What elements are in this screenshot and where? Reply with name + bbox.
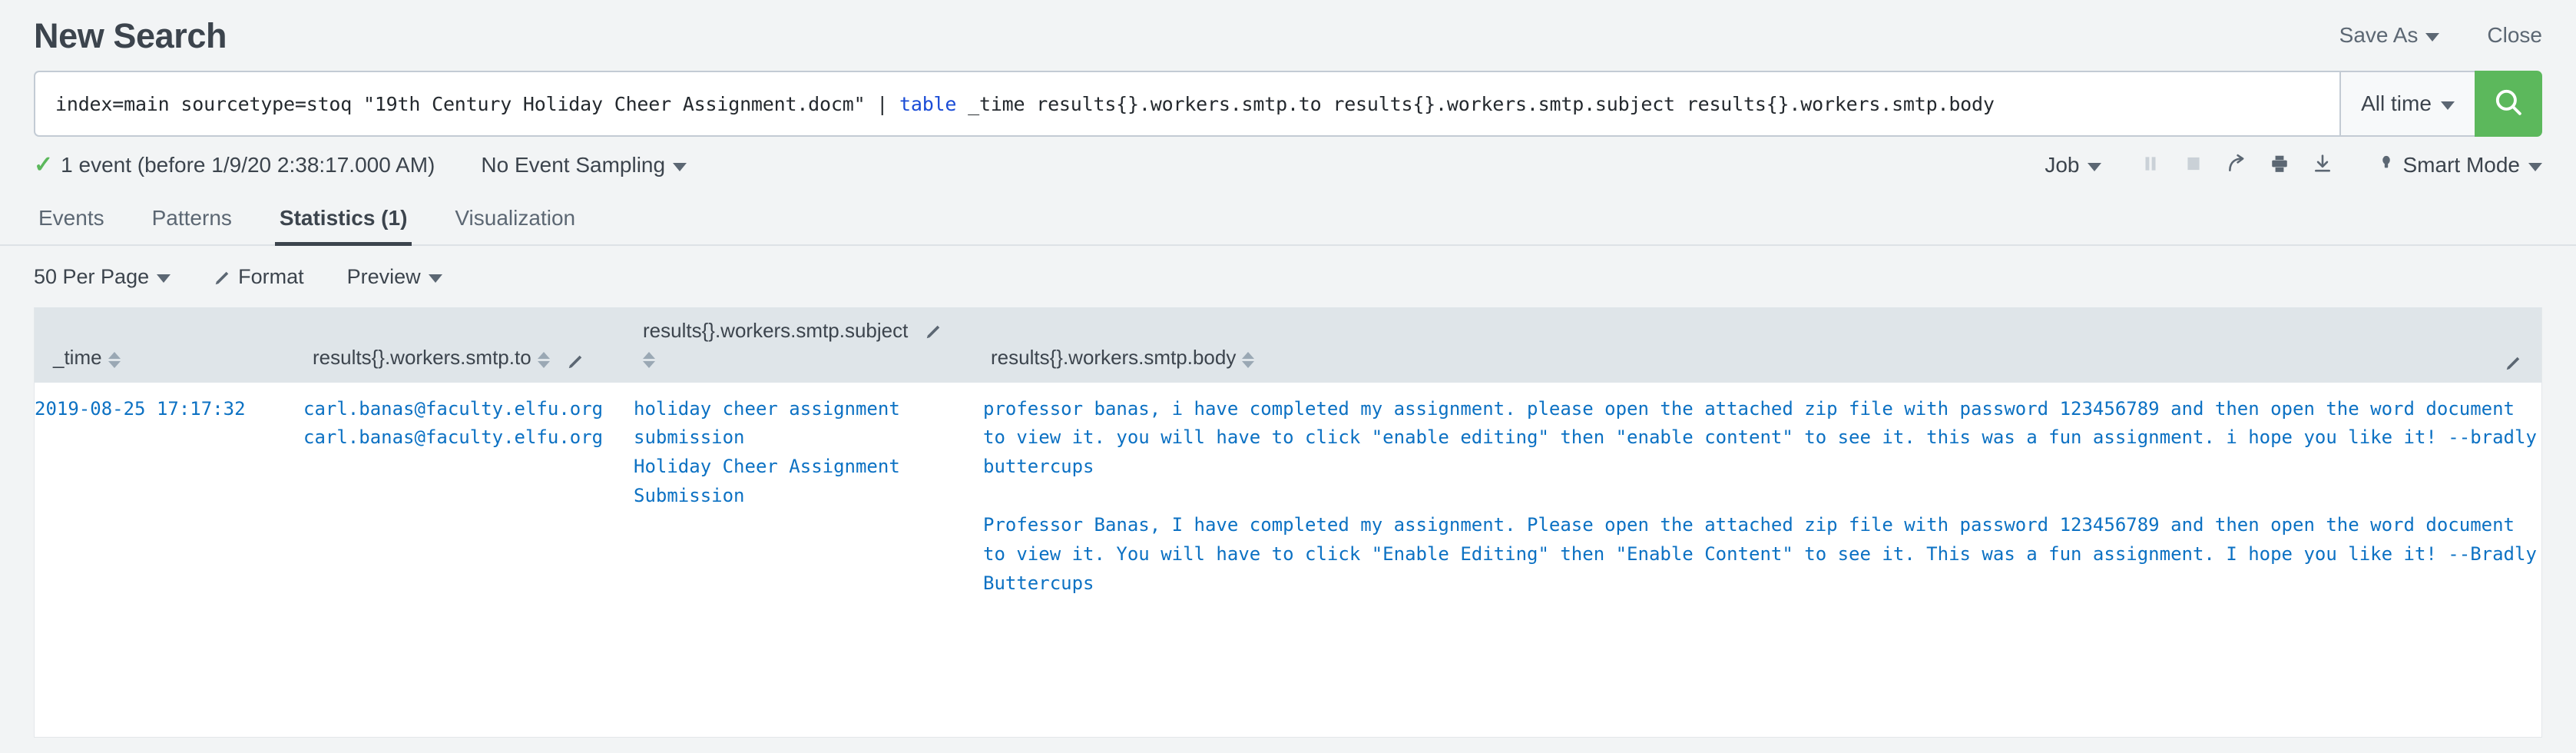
search-query-text: index=main sourcetype=stoq "19th Century…	[55, 93, 1995, 115]
format-button[interactable]: Format	[214, 265, 304, 289]
format-label: Format	[238, 264, 304, 288]
cell-body: professor banas, i have completed my ass…	[983, 383, 2541, 599]
cell-to-line: carl.banas@faculty.elfu.org	[303, 426, 604, 449]
column-header-body[interactable]: results{}.workers.smtp.body	[983, 307, 2541, 383]
edit-column-pencil-icon[interactable]	[2505, 353, 2521, 370]
search-mode-label: Smart Mode	[2402, 153, 2521, 177]
results-tabs: Events Patterns Statistics (1) Visualiza…	[0, 194, 2576, 246]
save-as-button[interactable]: Save As	[2339, 23, 2440, 48]
table-row: 2019-08-25 17:17:32 carl.banas@faculty.e…	[35, 383, 2541, 599]
cell-subject: holiday cheer assignment submission Holi…	[634, 383, 983, 599]
cell-to-line: carl.banas@faculty.elfu.org	[303, 397, 604, 420]
query-prefix: index=main sourcetype=stoq "19th Century…	[55, 92, 899, 115]
sort-icon[interactable]	[643, 351, 655, 368]
page-title: New Search	[34, 15, 227, 55]
sort-icon[interactable]	[1242, 351, 1255, 368]
app-header: New Search Save As Close	[0, 0, 2576, 71]
column-header-body-label: results{}.workers.smtp.body	[991, 346, 1237, 369]
tab-visualization[interactable]: Visualization	[450, 206, 580, 244]
cell-subject-line: Holiday Cheer Assignment Submission	[634, 456, 900, 507]
per-page-dropdown[interactable]: 50 Per Page	[34, 265, 171, 289]
event-sampling-menu[interactable]: No Event Sampling	[481, 153, 687, 177]
table-header: _time results{}.workers.smtp.to results{…	[35, 307, 2541, 383]
search-icon	[2492, 86, 2525, 122]
job-controls: Job Smart Mode	[2045, 145, 2542, 185]
cell-body-paragraph: Professor Banas, I have completed my ass…	[983, 514, 2537, 595]
event-sampling-label: No Event Sampling	[481, 153, 666, 177]
query-suffix: _time results{}.workers.smtp.to results{…	[956, 92, 1995, 115]
print-button[interactable]	[2258, 145, 2301, 185]
search-input[interactable]: index=main sourcetype=stoq "19th Century…	[34, 71, 2339, 137]
lightbulb-icon	[2378, 153, 2395, 178]
chevron-down-icon	[2440, 101, 2455, 110]
cell-body-paragraph: professor banas, i have completed my ass…	[983, 397, 2537, 478]
pause-icon	[2141, 154, 2160, 177]
close-label: Close	[2487, 23, 2542, 47]
close-button[interactable]: Close	[2487, 23, 2542, 48]
statistics-table: _time results{}.workers.smtp.to results{…	[35, 307, 2541, 599]
pencil-icon	[214, 268, 230, 285]
column-header-subject[interactable]: results{}.workers.smtp.subject	[634, 307, 983, 383]
print-icon	[2270, 154, 2290, 177]
statistics-table-container: _time results{}.workers.smtp.to results{…	[34, 307, 2542, 738]
download-icon	[2313, 154, 2333, 177]
chevron-down-icon	[428, 274, 442, 283]
column-header-time[interactable]: _time	[35, 307, 303, 383]
chevron-down-icon	[2528, 162, 2542, 171]
check-icon: ✓	[34, 152, 54, 177]
column-header-time-label: _time	[53, 346, 102, 369]
search-status-bar: ✓ 1 event (before 1/9/20 2:38:17.000 AM)…	[0, 137, 2576, 194]
export-button[interactable]	[2301, 145, 2344, 185]
preview-label: Preview	[346, 264, 421, 288]
save-as-label: Save As	[2339, 23, 2419, 47]
job-menu-button[interactable]: Job	[2045, 153, 2101, 177]
sort-icon[interactable]	[537, 351, 550, 368]
time-range-picker[interactable]: All time	[2339, 71, 2475, 137]
query-command: table	[899, 92, 957, 115]
stop-button[interactable]	[2172, 145, 2215, 185]
tab-patterns[interactable]: Patterns	[147, 206, 237, 244]
time-range-label: All time	[2361, 91, 2432, 115]
chevron-down-icon	[673, 162, 687, 171]
table-header-row: _time results{}.workers.smtp.to results{…	[35, 307, 2541, 383]
per-page-label: 50 Per Page	[34, 264, 150, 288]
preview-dropdown[interactable]: Preview	[347, 265, 442, 289]
edit-column-pencil-icon[interactable]	[925, 322, 942, 339]
share-button[interactable]	[2215, 145, 2258, 185]
event-count: ✓ 1 event (before 1/9/20 2:38:17.000 AM)	[34, 153, 435, 177]
share-icon	[2227, 154, 2247, 177]
cell-subject-line: holiday cheer assignment submission	[634, 397, 900, 449]
search-bar: index=main sourcetype=stoq "19th Century…	[0, 71, 2576, 137]
edit-column-pencil-icon[interactable]	[567, 352, 584, 369]
sort-icon[interactable]	[108, 351, 121, 368]
table-body: 2019-08-25 17:17:32 carl.banas@faculty.e…	[35, 383, 2541, 599]
stop-icon	[2184, 154, 2204, 177]
job-label: Job	[2045, 153, 2080, 177]
cell-time: 2019-08-25 17:17:32	[35, 397, 246, 420]
chevron-down-icon	[2425, 32, 2440, 41]
tab-statistics[interactable]: Statistics (1)	[274, 206, 412, 246]
event-count-label: 1 event (before 1/9/20 2:38:17.000 AM)	[61, 153, 435, 177]
results-toolbar: 50 Per Page Format Preview	[0, 246, 2576, 307]
tab-events[interactable]: Events	[34, 206, 109, 244]
pause-button[interactable]	[2129, 145, 2172, 185]
column-header-to-label: results{}.workers.smtp.to	[313, 346, 531, 369]
chevron-down-icon	[2087, 162, 2101, 171]
column-header-subject-label: results{}.workers.smtp.subject	[643, 319, 909, 342]
search-mode-button[interactable]: Smart Mode	[2378, 153, 2542, 178]
cell-to: carl.banas@faculty.elfu.org carl.banas@f…	[303, 383, 634, 599]
search-submit-button[interactable]	[2475, 71, 2542, 137]
splunk-search-app: New Search Save As Close index=main sour…	[0, 0, 2576, 753]
chevron-down-icon	[157, 274, 171, 283]
column-header-to[interactable]: results{}.workers.smtp.to	[303, 307, 634, 383]
